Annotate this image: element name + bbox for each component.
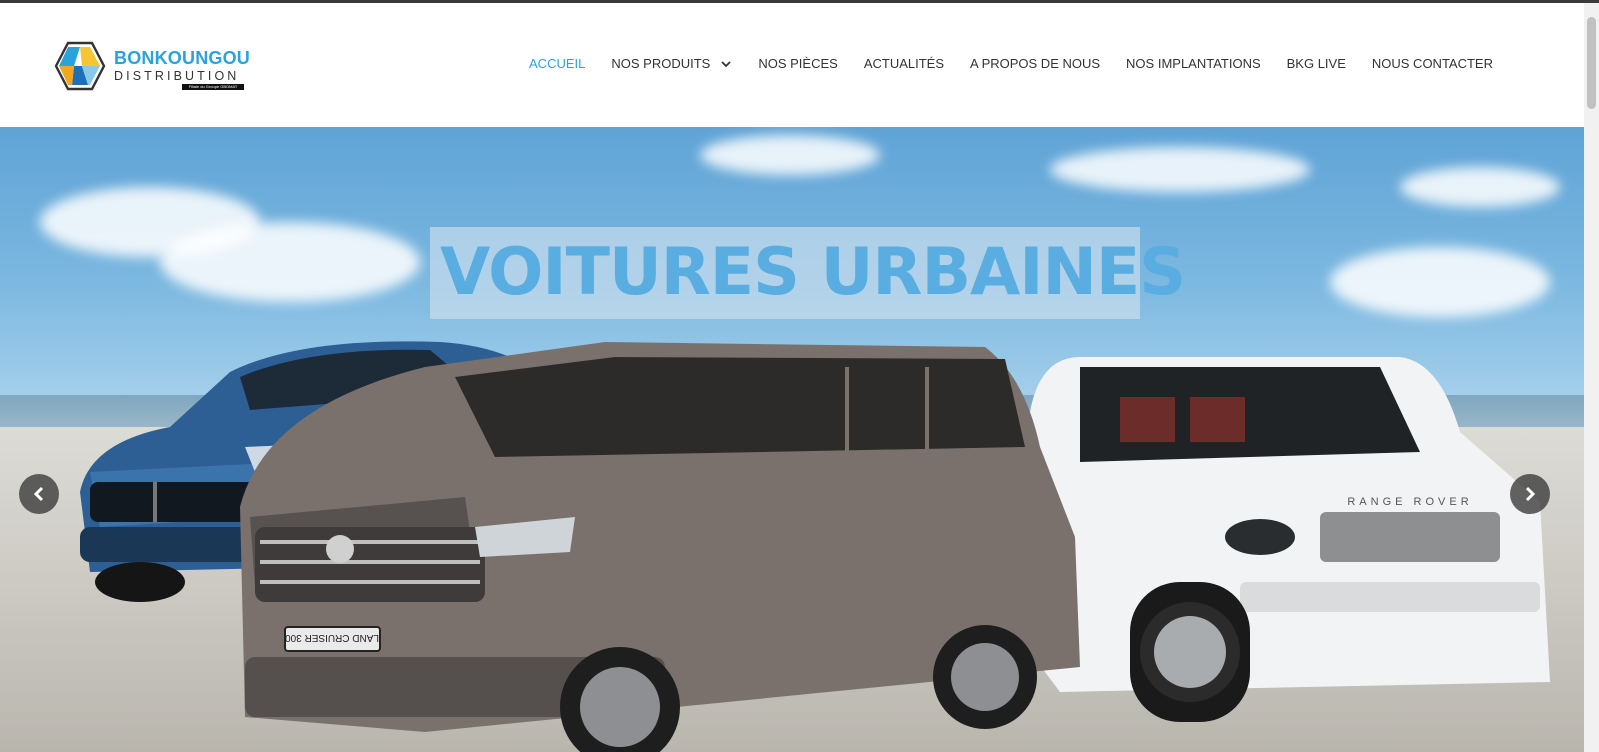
hero-slider: RANGE ROVER LAND CRUISER 300 VOITURES UR… bbox=[0, 127, 1584, 752]
nav-item-bkg-live[interactable]: BKG LIVE bbox=[1287, 56, 1346, 72]
cloud-shape bbox=[160, 222, 420, 302]
nav-label: ACTUALITÉS bbox=[863, 56, 944, 71]
logo-badge: Filiale du Groupe GBOMAT bbox=[182, 84, 244, 90]
scrollbar-thumb[interactable] bbox=[1587, 17, 1596, 109]
license-plate-text: LAND CRUISER 300 bbox=[285, 632, 379, 643]
nav-item-contact[interactable]: NOUS CONTACTER bbox=[1372, 56, 1493, 72]
page-scrollbar[interactable] bbox=[1584, 3, 1599, 752]
nav-item-accueil[interactable]: ACCUEIL bbox=[529, 56, 585, 72]
hexagon-logo-icon bbox=[54, 41, 106, 91]
nav-label: NOS PIÈCES bbox=[758, 56, 838, 71]
slider-prev-button[interactable] bbox=[19, 474, 59, 514]
nav-item-a-propos[interactable]: A PROPOS DE NOUS bbox=[970, 56, 1100, 72]
cloud-shape bbox=[700, 135, 880, 175]
main-navigation: ACCUEIL NOS PRODUITS NOS PIÈCES ACTUALIT… bbox=[529, 56, 1493, 72]
chevron-left-icon bbox=[33, 486, 44, 502]
nav-item-nos-produits[interactable]: NOS PRODUITS bbox=[611, 56, 732, 72]
nav-label: ACCUEIL bbox=[529, 56, 586, 71]
logo-brand-name: BONKOUNGOU bbox=[114, 48, 250, 68]
nav-label: NOS PRODUITS bbox=[611, 56, 711, 71]
nav-label: NOUS CONTACTER bbox=[1371, 56, 1493, 71]
site-logo[interactable]: BONKOUNGOU DISTRIBUTION Filiale du Group… bbox=[54, 41, 254, 93]
logo-brand-subtitle: DISTRIBUTION bbox=[114, 69, 240, 83]
chevron-down-icon bbox=[721, 61, 731, 68]
hero-title-box: VOITURES URBAINES bbox=[430, 227, 1186, 319]
nav-label: NOS IMPLANTATIONS bbox=[1126, 56, 1261, 71]
hero-title: VOITURES URBAINES bbox=[440, 235, 1186, 310]
cloud-shape bbox=[1400, 167, 1560, 207]
grille-text: RANGE ROVER bbox=[1347, 496, 1472, 508]
cloud-shape bbox=[1050, 147, 1310, 192]
brown-suv-image: LAND CRUISER 300 bbox=[240, 342, 1080, 752]
nav-item-implantations[interactable]: NOS IMPLANTATIONS bbox=[1126, 56, 1261, 72]
site-header: BONKOUNGOU DISTRIBUTION Filiale du Group… bbox=[0, 3, 1584, 127]
nav-label: BKG LIVE bbox=[1286, 56, 1346, 71]
nav-item-nos-pieces[interactable]: NOS PIÈCES bbox=[758, 56, 837, 72]
chevron-right-icon bbox=[1525, 486, 1536, 502]
slider-next-button[interactable] bbox=[1510, 474, 1550, 514]
nav-label: A PROPOS DE NOUS bbox=[970, 56, 1101, 71]
cloud-shape bbox=[1330, 247, 1550, 317]
nav-item-actualites[interactable]: ACTUALITÉS bbox=[864, 56, 944, 72]
